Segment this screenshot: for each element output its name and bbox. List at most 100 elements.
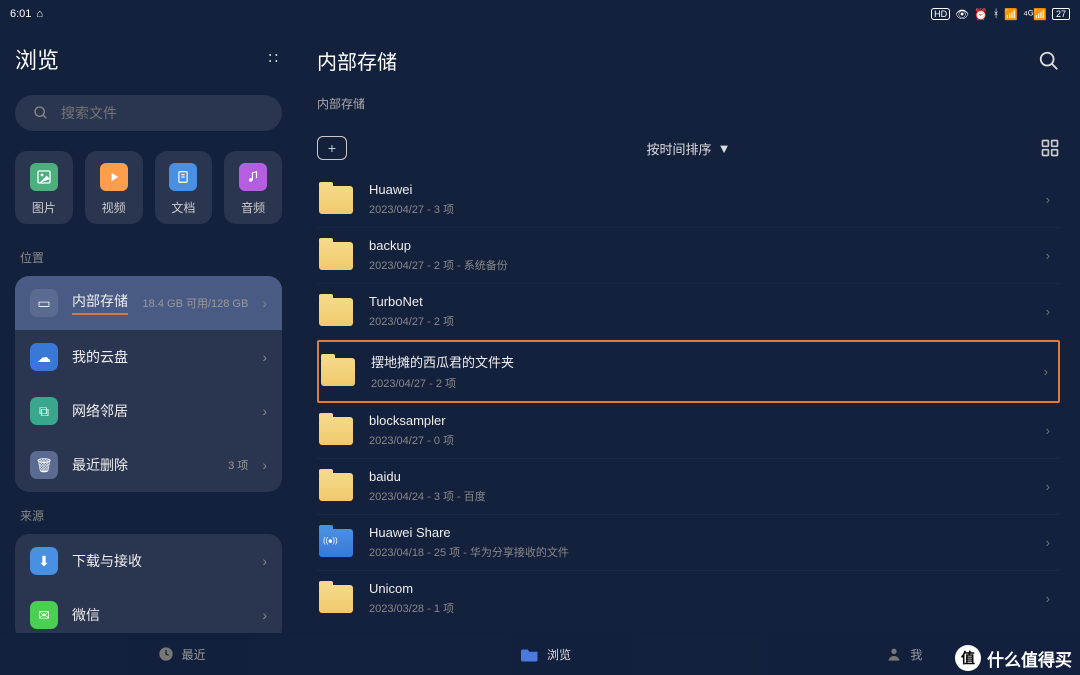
section-locations: 位置: [20, 249, 277, 266]
hd-icon: HD: [931, 8, 950, 20]
chevron-right-icon: ›: [1046, 248, 1058, 263]
file-row[interactable]: backup 2023/04/27 - 2 项 - 系统备份 ›: [317, 228, 1060, 284]
folder-icon: [319, 473, 353, 501]
chevron-right-icon: ›: [262, 553, 267, 569]
locations-list: ▭ 内部存储 18.4 GB 可用/128 GB › ☁ 我的云盘 › ⧉ 网络…: [15, 276, 282, 492]
folder-icon: [319, 585, 353, 613]
folder-icon: [321, 358, 355, 386]
file-name: Huawei: [369, 182, 1030, 197]
sort-button[interactable]: 按时间排序 ▼: [647, 139, 731, 158]
chevron-right-icon: ›: [1046, 535, 1058, 550]
nav-label: 网络邻居: [72, 401, 248, 421]
file-meta: 2023/04/27 - 2 项: [371, 375, 1028, 391]
battery-icon: 27: [1052, 8, 1070, 20]
status-bar: 6:01 ⌂ HD 👁 ⏰ ᚼ 📶 ⁴ᴳ📶 27: [0, 0, 1080, 28]
quick-label: 音频: [241, 199, 265, 216]
file-row[interactable]: Huawei Share 2023/04/18 - 25 项 - 华为分享接收的…: [317, 515, 1060, 571]
file-name: backup: [369, 238, 1030, 253]
content-panel: 内部存储 内部存储 + 按时间排序 ▼ Huawei 2023/04/27 - …: [297, 28, 1080, 633]
quick-label: 图片: [32, 199, 56, 216]
chevron-right-icon: ›: [262, 349, 267, 365]
status-right-cluster: HD 👁 ⏰ ᚼ 📶 ⁴ᴳ📶 27: [931, 8, 1070, 21]
file-meta: 2023/04/18 - 25 项 - 华为分享接收的文件: [369, 544, 1030, 560]
file-row[interactable]: Huawei 2023/04/27 - 3 项 ›: [317, 172, 1060, 228]
status-time: 6:01: [10, 8, 31, 20]
more-icon[interactable]: ∷: [268, 55, 282, 63]
document-icon: [169, 163, 197, 191]
search-icon: [33, 105, 49, 121]
cloud-icon: ☁: [30, 343, 58, 371]
watermark-logo: 值: [955, 645, 981, 671]
quick-label: 文档: [171, 199, 195, 216]
file-meta: 2023/04/24 - 3 项 - 百度: [369, 488, 1030, 504]
nav-downloads[interactable]: ⬇ 下载与接收 ›: [15, 534, 282, 588]
file-meta: 2023/03/28 - 1 项: [369, 600, 1030, 616]
chevron-right-icon: ›: [262, 403, 267, 419]
quick-videos[interactable]: 视频: [85, 151, 143, 224]
chevron-right-icon: ›: [1046, 591, 1058, 606]
search-box[interactable]: [15, 95, 282, 131]
chevron-right-icon: ›: [1046, 192, 1058, 207]
chevron-right-icon: ›: [1046, 304, 1058, 319]
image-icon: [30, 163, 58, 191]
tv-icon: ⌂: [36, 8, 43, 20]
quick-audio[interactable]: 音频: [224, 151, 282, 224]
chevron-right-icon: ›: [1046, 423, 1058, 438]
file-name: 摆地摊的西瓜君的文件夹: [371, 352, 1028, 371]
nav-cloud[interactable]: ☁ 我的云盘 ›: [15, 330, 282, 384]
video-icon: [100, 163, 128, 191]
grid-view-icon[interactable]: [1040, 138, 1060, 158]
file-name: TurboNet: [369, 294, 1030, 309]
folder-icon: [319, 529, 353, 557]
chevron-right-icon: ›: [1046, 479, 1058, 494]
storage-icon: ▭: [30, 289, 58, 317]
signal-icon: ⁴ᴳ📶: [1023, 8, 1047, 21]
file-row[interactable]: 摆地摊的西瓜君的文件夹 2023/04/27 - 2 项 ›: [317, 340, 1060, 403]
file-meta: 2023/04/27 - 3 项: [369, 201, 1030, 217]
file-row[interactable]: TurboNet 2023/04/27 - 2 项 ›: [317, 284, 1060, 340]
nav-label: 我的云盘: [72, 347, 248, 367]
chevron-right-icon: ›: [262, 457, 267, 473]
user-icon: [886, 646, 902, 662]
bottom-nav: 最近 浏览 我: [0, 633, 1080, 675]
search-icon[interactable]: [1038, 50, 1060, 72]
nav-label: 微信: [72, 605, 248, 625]
breadcrumb[interactable]: 内部存储: [317, 83, 1060, 130]
clock-icon: [158, 646, 174, 662]
sidebar-title: 浏览: [15, 43, 59, 75]
new-folder-button[interactable]: +: [317, 136, 347, 160]
nav-network[interactable]: ⧉ 网络邻居 ›: [15, 384, 282, 438]
search-input[interactable]: [61, 105, 264, 121]
quick-images[interactable]: 图片: [15, 151, 73, 224]
file-name: Unicom: [369, 581, 1030, 596]
nav-wechat[interactable]: ✉ 微信 ›: [15, 588, 282, 633]
nav-internal-storage[interactable]: ▭ 内部存储 18.4 GB 可用/128 GB ›: [15, 276, 282, 330]
file-name: Huawei Share: [369, 525, 1030, 540]
bottom-recent[interactable]: 最近: [158, 646, 206, 663]
nav-label: 下载与接收: [72, 551, 248, 571]
file-name: blocksampler: [369, 413, 1030, 428]
content-title: 内部存储: [317, 46, 397, 75]
nav-label: 内部存储: [72, 291, 128, 315]
bottom-me[interactable]: 我: [886, 646, 922, 663]
eye-icon: 👁: [955, 8, 969, 21]
file-row[interactable]: baidu 2023/04/24 - 3 项 - 百度 ›: [317, 459, 1060, 515]
section-sources: 来源: [20, 507, 277, 524]
file-meta: 2023/04/27 - 2 项 - 系统备份: [369, 257, 1030, 273]
file-row[interactable]: Unicom 2023/03/28 - 1 项 ›: [317, 571, 1060, 623]
toolbar: + 按时间排序 ▼: [317, 130, 1060, 172]
nav-meta: 3 项: [228, 457, 248, 473]
file-row[interactable]: blocksampler 2023/04/27 - 0 项 ›: [317, 403, 1060, 459]
quick-docs[interactable]: 文档: [155, 151, 213, 224]
wifi-icon: 📶: [1004, 8, 1018, 21]
file-name: baidu: [369, 469, 1030, 484]
bluetooth-icon: ᚼ: [993, 8, 1000, 20]
sources-list: ⬇ 下载与接收 › ✉ 微信 ›: [15, 534, 282, 633]
download-icon: ⬇: [30, 547, 58, 575]
sidebar: 浏览 ∷ 图片 视频 文档 音频 位置: [0, 28, 297, 633]
folder-icon: [521, 646, 539, 662]
wechat-icon: ✉: [30, 601, 58, 629]
nav-trash[interactable]: 🗑 最近删除 3 项 ›: [15, 438, 282, 492]
network-icon: ⧉: [30, 397, 58, 425]
bottom-browse[interactable]: 浏览: [521, 646, 571, 663]
